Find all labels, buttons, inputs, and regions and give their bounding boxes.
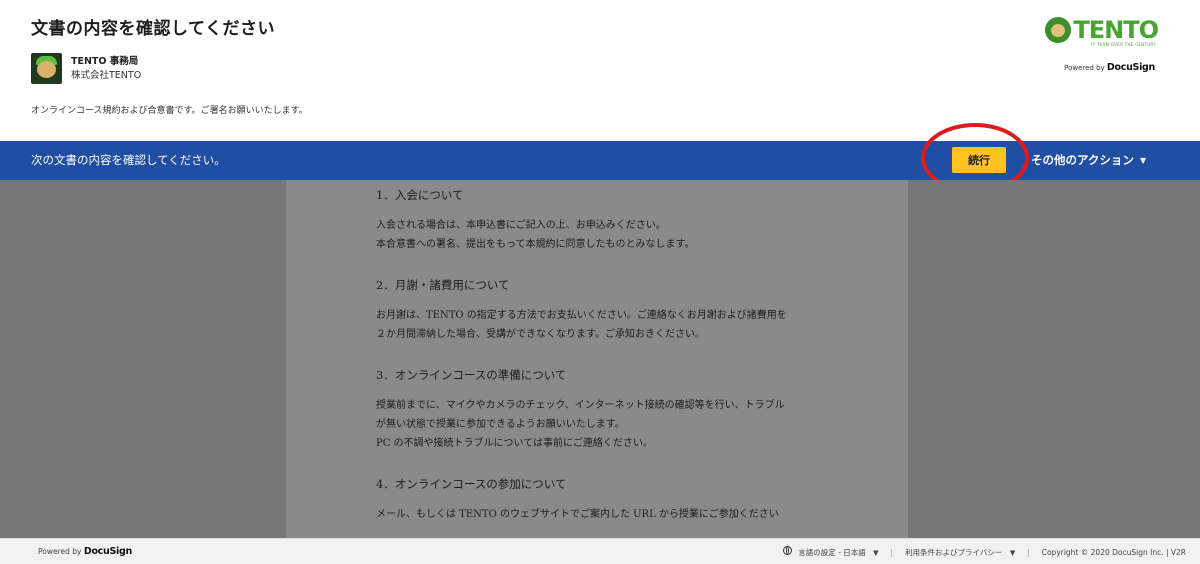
footer-powered-label: Powered by [38,547,82,556]
footer-powered-by: Powered by DocuSign [38,546,132,557]
section-heading: 1．入会について [376,188,464,202]
sender-company: 株式会社TENTO [71,69,142,81]
copyright-text: Copyright © 2020 DocuSign Inc. | V2R [1041,547,1186,557]
avatar-face-shape [37,61,56,78]
document-viewport[interactable]: 1．入会について 入会される場合は、本申込書にご記入の上、お申込みください。 本… [0,180,1200,538]
section-line: PC の不調や接続トラブルについては事前にご連絡ください。 [376,438,653,449]
language-selector[interactable]: 言語の設定 - 日本語 ▼ [782,546,879,558]
caret-down-icon: ▼ [1009,548,1016,557]
footer-links: 言語の設定 - 日本語 ▼ | 利用条件およびプライバシー ▼ | Copyri… [782,546,1186,558]
powered-by-docusign: Powered by DocuSign [1064,62,1155,73]
section-3: 3．オンラインコースの準備について 授業前までに、マイクやカメラのチェック、イン… [376,367,826,453]
footer-divider: | [1027,547,1030,557]
section-line: が無い状態で授業に参加できるようお願いいたします。 [376,419,625,430]
sender-text: TENTO 事務局 株式会社TENTO [71,55,141,83]
terms-privacy-menu[interactable]: 利用条件およびプライバシー ▼ [905,547,1015,558]
envelope-message: オンラインコース規約および合意書です。ご署名お願いいたします。 [31,106,308,116]
section-line: 授業前までに、マイクやカメラのチェック、インターネット接続の確認等を行い、トラブ… [376,400,785,411]
section-heading: 2．月謝・諸費用について [376,278,510,292]
header: 文書の内容を確認してください TENTO 事務局 株式会社TENTO オンライン… [0,0,1200,141]
action-bar-instruction: 次の文書の内容を確認してください。 [31,153,226,167]
action-bar: 次の文書の内容を確認してください。 [0,141,1200,180]
docusign-logo-text: DocuSign [1106,62,1155,73]
other-actions-label: その他のアクション [1031,153,1134,167]
document-page: 1．入会について 入会される場合は、本申込書にご記入の上、お申込みください。 本… [286,180,908,538]
section-heading: 3．オンラインコースの準備について [376,368,567,382]
tento-tagline: IT TEAM OVER THE CENTURY [1091,42,1156,47]
section-line: 入会される場合は、本申込書にご記入の上、お申込みください。 [376,220,666,231]
brand-logo-block: TENTO IT TEAM OVER THE CENTURY Powered b… [1040,16,1159,76]
tento-logo-text: TENTO [1073,16,1159,44]
section-line: 本合意書への署名、提出をもって本規約に同意したものとみなします。 [376,239,695,250]
section-heading: 4．オンラインコースの参加について [376,477,567,491]
language-label: 言語の設定 - 日本語 [798,548,866,557]
footer-docusign-logo: DocuSign [83,546,132,557]
section-line: ２か月間滞納した場合、受講ができなくなります。ご承知おきください。 [376,329,705,340]
footer-divider: | [890,547,894,557]
caret-down-icon: ▼ [873,549,879,557]
powered-by-label: Powered by [1064,64,1105,72]
tento-logo: TENTO [1045,16,1159,44]
section-2: 2．月謝・諸費用について お月謝は、TENTO の指定する方法でお支払いください… [376,277,826,344]
section-4: 4．オンラインコースの参加について メール、もしくは TENTO のウェブサイト… [376,476,826,524]
sender-info: TENTO 事務局 株式会社TENTO [31,53,141,84]
footer: Powered by DocuSign 言語の設定 - 日本語 ▼ | 利用条件… [0,538,1200,564]
document-content: 1．入会について 入会される場合は、本申込書にご記入の上、お申込みください。 本… [376,187,826,538]
sender-avatar [31,53,62,84]
sender-name: TENTO 事務局 [71,55,139,67]
page-title: 文書の内容を確認してください [31,19,275,39]
tento-mascot-icon [1045,17,1072,43]
other-actions-menu[interactable]: その他のアクション ▼ [1031,152,1146,168]
section-line: メール、もしくは TENTO のウェブサイトでご案内した URL から授業にご参… [376,509,779,520]
section-1: 1．入会について 入会される場合は、本申込書にご記入の上、お申込みください。 本… [376,187,826,254]
terms-label: 利用条件およびプライバシー [905,547,1003,557]
caret-down-icon: ▼ [1139,155,1147,165]
section-line: お月謝は、TENTO の指定する方法でお支払いください。ご連絡なくお月謝および諸… [376,310,787,321]
continue-button[interactable]: 続行 [952,147,1006,173]
globe-icon [782,546,792,555]
